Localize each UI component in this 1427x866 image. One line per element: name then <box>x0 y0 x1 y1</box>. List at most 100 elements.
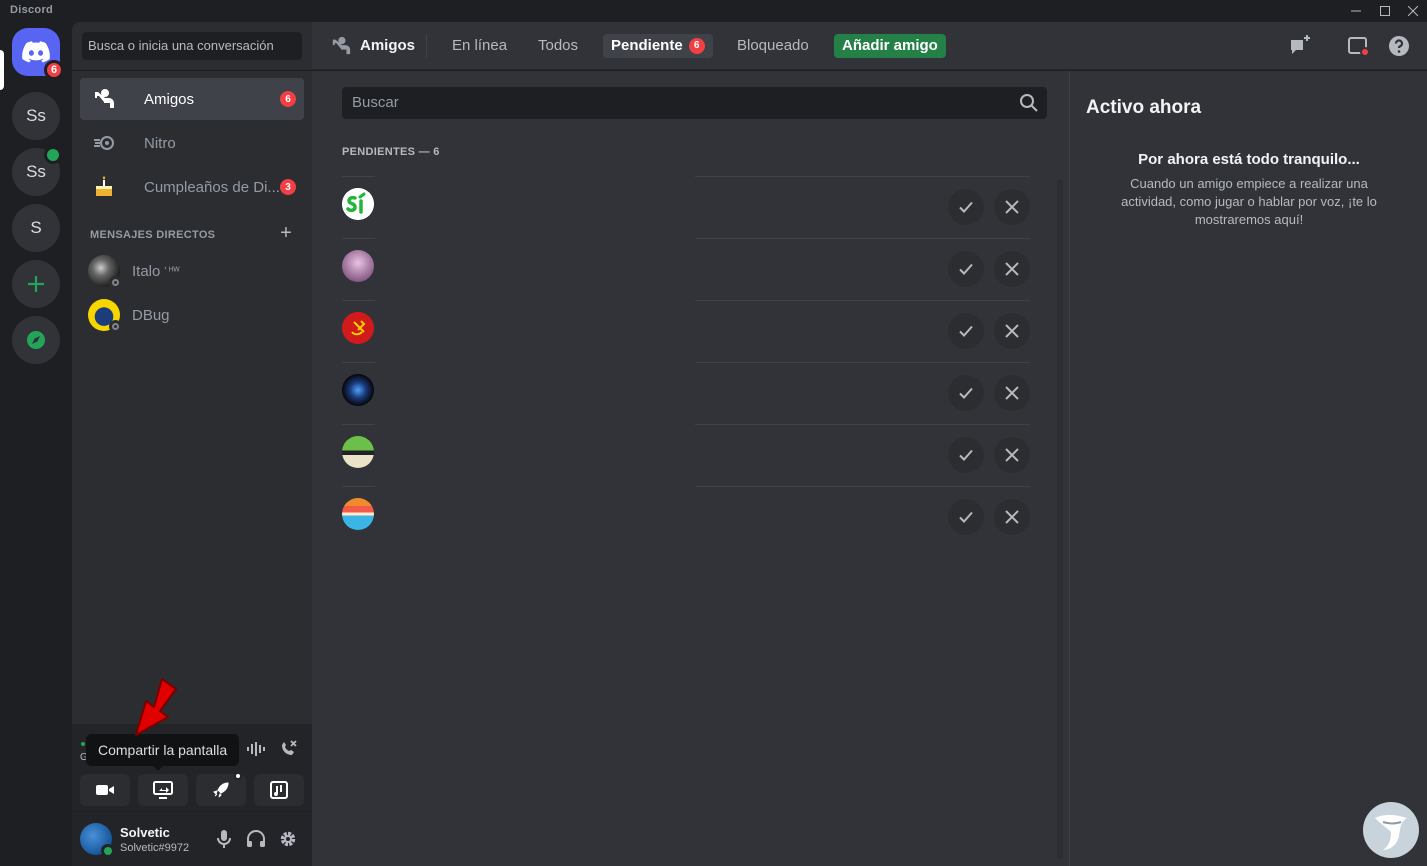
avatar <box>342 498 374 530</box>
tab-online[interactable]: En línea <box>444 34 515 58</box>
dm-user-name: DBug <box>132 306 170 324</box>
scrollbar-track[interactable] <box>1057 179 1063 859</box>
sidebar-item-birthdays[interactable]: Cumpleaños de Di... 3 <box>80 166 304 208</box>
pending-request-row[interactable] <box>342 362 1030 424</box>
server-s[interactable]: S <box>12 204 60 252</box>
camera-icon <box>96 785 114 795</box>
sidebar-item-friends[interactable]: Amigos 6 <box>80 78 304 120</box>
close-window-button[interactable] <box>1399 1 1427 21</box>
add-friend-button[interactable]: Añadir amigo <box>834 34 946 58</box>
maximize-button[interactable] <box>1371 1 1399 21</box>
tab-blocked[interactable]: Bloqueado <box>729 34 817 58</box>
row-divider <box>342 424 1030 425</box>
pending-request-row[interactable] <box>342 424 1030 486</box>
accept-request-button[interactable] <box>948 499 984 535</box>
divider <box>72 70 312 71</box>
user-settings-button[interactable] <box>277 828 299 850</box>
row-divider <box>342 486 1030 487</box>
explore-servers-button[interactable] <box>12 316 60 364</box>
ignore-request-button[interactable] <box>994 313 1030 349</box>
add-server-button[interactable] <box>12 260 60 308</box>
window-title: Discord <box>10 4 54 16</box>
ignore-request-button[interactable] <box>994 251 1030 287</box>
friends-header: Amigos En línea Todos Pendiente 6 Bloquea… <box>312 22 1427 70</box>
rocket-icon <box>213 782 229 798</box>
pending-request-row[interactable] <box>342 300 1030 362</box>
close-icon <box>1005 448 1019 462</box>
nitro-icon <box>92 131 116 155</box>
discord-app: Discord 6 Ss Ss S Busca o inicia una con… <box>0 0 1427 866</box>
user-name: Solvetic <box>120 825 170 840</box>
server-rail: 6 Ss Ss S <box>0 22 72 866</box>
friends-search-input[interactable]: Buscar <box>342 87 1047 119</box>
inbox-icon <box>1348 37 1370 57</box>
sidebar-item-nitro[interactable]: Nitro <box>80 122 304 164</box>
inbox-button[interactable] <box>1346 34 1370 58</box>
pending-request-row[interactable] <box>342 238 1030 300</box>
conversation-search-button[interactable]: Busca o inicia una conversación <box>82 32 302 60</box>
tab-pending[interactable]: Pendiente 6 <box>603 34 713 58</box>
plus-icon <box>28 276 44 292</box>
camera-button[interactable] <box>80 774 130 806</box>
home-button[interactable]: 6 <box>12 28 64 80</box>
voice-connected-indicator <box>81 742 85 746</box>
ignore-request-button[interactable] <box>994 437 1030 473</box>
headphones-icon <box>247 830 265 847</box>
server-label: Ss <box>26 162 46 181</box>
dm-user-suffix: ' ᴴᵂ <box>164 265 180 277</box>
tab-all[interactable]: Todos <box>530 34 586 58</box>
soundboard-button[interactable] <box>254 774 304 806</box>
new-message-icon <box>1291 35 1310 54</box>
new-group-dm-button[interactable] <box>1288 34 1312 58</box>
server-label: Ss <box>26 106 46 125</box>
online-status-icon <box>101 844 114 857</box>
direct-messages-heading: MENSAJES DIRECTOS <box>90 229 216 241</box>
pending-request-row[interactable] <box>342 176 1030 238</box>
solvetic-logo-icon <box>1363 802 1419 858</box>
share-screen-button[interactable] <box>138 774 188 806</box>
friends-badge: 6 <box>280 91 296 107</box>
deafen-button[interactable] <box>245 828 267 850</box>
row-divider <box>342 362 1030 363</box>
accept-request-button[interactable] <box>948 313 984 349</box>
close-icon <box>1005 324 1019 338</box>
close-icon <box>1005 510 1019 524</box>
user-avatar[interactable] <box>80 823 114 857</box>
noise-suppression-button[interactable] <box>245 738 267 760</box>
gear-icon <box>280 831 296 847</box>
sidebar-item-label: Nitro <box>144 134 176 152</box>
check-icon <box>959 201 973 213</box>
accept-request-button[interactable] <box>948 251 984 287</box>
dm-user-dbug[interactable]: DBug <box>80 294 304 336</box>
row-divider <box>342 176 1030 177</box>
activities-button[interactable] <box>196 772 246 806</box>
user-panel: Solvetic Solvetic#9972 <box>72 812 312 866</box>
avatar <box>88 255 122 289</box>
create-dm-button[interactable]: + <box>277 223 295 243</box>
close-icon <box>1408 6 1418 16</box>
server-ss-2[interactable]: Ss <box>12 146 62 196</box>
accept-request-button[interactable] <box>948 189 984 225</box>
ignore-request-button[interactable] <box>994 499 1030 535</box>
voice-panel: G Compartir la pantalla <box>72 724 312 812</box>
avatar <box>88 299 122 333</box>
dm-user-italo[interactable]: Italo ' ᴴᵂ <box>80 250 304 292</box>
server-ss-1[interactable]: Ss <box>12 92 60 140</box>
accept-request-button[interactable] <box>948 375 984 411</box>
home-unread-badge: 6 <box>44 60 64 80</box>
mute-button[interactable] <box>213 828 235 850</box>
ignore-request-button[interactable] <box>994 189 1030 225</box>
pending-request-row[interactable] <box>342 486 1030 548</box>
quiet-description: Cuando un amigo empiece a realizar una a… <box>1121 176 1377 227</box>
ignore-request-button[interactable] <box>994 375 1030 411</box>
cake-icon <box>92 175 116 199</box>
minimize-button[interactable] <box>1342 1 1370 21</box>
accept-request-button[interactable] <box>948 437 984 473</box>
microphone-icon <box>217 830 231 848</box>
offline-status-icon <box>109 320 122 333</box>
server-label: S <box>30 218 42 237</box>
disconnect-button[interactable] <box>277 738 299 760</box>
check-icon <box>959 325 973 337</box>
help-button[interactable] <box>1387 34 1411 58</box>
pending-heading: PENDIENTES — 6 <box>342 146 440 158</box>
